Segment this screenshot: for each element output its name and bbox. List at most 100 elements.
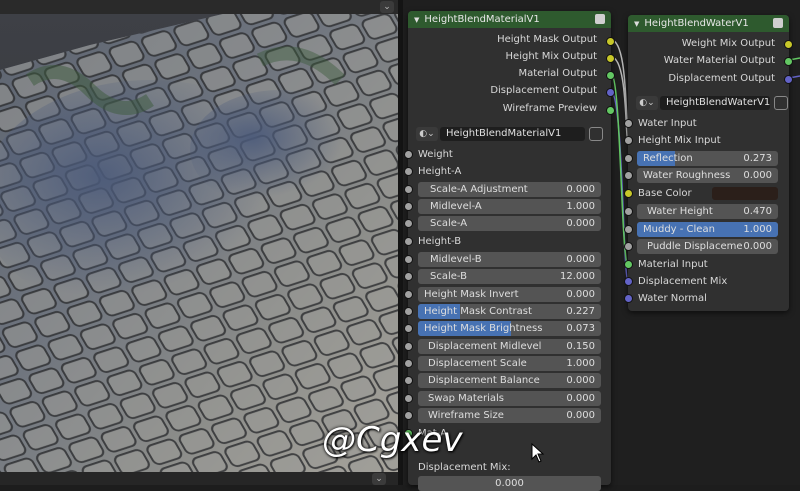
input-socket[interactable]	[404, 272, 413, 281]
output-socket-yellow[interactable]	[606, 37, 615, 46]
viewport-footer: ⌄	[0, 472, 398, 485]
field-height-mask-brightness[interactable]: Height Mask Brightness 0.073	[418, 321, 601, 336]
output-height-mask: Height Mask Output	[497, 34, 597, 45]
output-wireframe: Wireframe Preview	[502, 103, 597, 114]
output-material: Material Output	[518, 68, 597, 79]
input-socket[interactable]	[624, 207, 633, 216]
output-socket-blue[interactable]	[784, 75, 793, 84]
input-socket[interactable]	[404, 307, 413, 316]
field-midlevel-a[interactable]: Midlevel-A 1.000	[418, 199, 601, 214]
input-displacement-mix: Displacement Mix	[638, 276, 728, 287]
input-socket[interactable]	[624, 136, 633, 145]
input-socket[interactable]	[624, 119, 633, 128]
displacement-mix-label: Displacement Mix:	[418, 462, 511, 473]
input-water-normal: Water Normal	[638, 293, 707, 304]
collapse-arrow-icon[interactable]: ▼	[414, 16, 419, 24]
mouse-cursor-icon	[531, 443, 545, 463]
field-displacement-balance[interactable]: Displacement Balance 0.000	[418, 373, 601, 388]
node-group-selector[interactable]: ◐⌄ HeightBlendWaterV1	[636, 95, 788, 111]
input-socket[interactable]	[404, 342, 413, 351]
output-socket-yellow[interactable]	[784, 40, 793, 49]
output-height-mix: Height Mix Output	[505, 51, 597, 62]
output-socket-green[interactable]	[606, 71, 615, 80]
viewport-header: ⌄	[0, 0, 398, 14]
base-color-swatch[interactable]	[712, 187, 778, 200]
collapse-arrow-icon[interactable]: ▼	[634, 20, 639, 28]
node-title: HeightBlendWaterV1	[644, 18, 749, 29]
input-weight: Weight	[418, 149, 453, 160]
input-socket-green[interactable]	[624, 260, 633, 269]
input-socket[interactable]	[624, 242, 633, 251]
input-socket[interactable]	[404, 202, 413, 211]
field-puddle-displacement[interactable]: Puddle Displaceme 0.000	[637, 239, 778, 254]
input-socket[interactable]	[624, 171, 633, 180]
node-group-icon[interactable]	[595, 14, 605, 24]
input-height-a: Height-A	[418, 166, 462, 177]
input-socket-blue[interactable]	[624, 277, 633, 286]
output-displacement: Displacement Output	[490, 85, 597, 96]
output-weight-mix: Weight Mix Output	[681, 38, 775, 49]
height-blend-water-node[interactable]: ▼ HeightBlendWaterV1 Weight Mix Output W…	[624, 15, 793, 311]
input-socket[interactable]	[404, 237, 413, 246]
node-header[interactable]: ▼ HeightBlendMaterialV1	[408, 11, 611, 28]
input-socket[interactable]	[404, 411, 413, 420]
watermark: @Cgxev	[322, 420, 463, 460]
field-water-height[interactable]: Water Height 0.470	[637, 204, 778, 219]
input-height-mix: Height Mix Input	[638, 135, 721, 146]
3d-viewport[interactable]: ⌄	[0, 0, 398, 472]
shield-icon[interactable]	[774, 96, 788, 110]
input-socket[interactable]	[404, 219, 413, 228]
input-socket[interactable]	[404, 255, 413, 264]
input-socket-blue[interactable]	[624, 294, 633, 303]
node-tree-icon[interactable]: ◐⌄	[416, 127, 438, 141]
node-group-name[interactable]: HeightBlendWaterV1	[660, 96, 770, 110]
input-water: Water Input	[638, 118, 697, 129]
node-group-icon[interactable]	[773, 18, 783, 28]
input-material: Material Input	[638, 259, 708, 270]
output-socket-green[interactable]	[606, 106, 615, 115]
input-socket[interactable]	[624, 225, 633, 234]
field-displacement-midlevel[interactable]: Displacement Midlevel 0.150	[418, 339, 601, 354]
field-scale-a[interactable]: Scale-A 0.000	[418, 216, 601, 231]
node-group-selector[interactable]: ◐⌄ HeightBlendMaterialV1	[416, 126, 603, 142]
node-group-name[interactable]: HeightBlendMaterialV1	[440, 127, 585, 141]
output-socket-green[interactable]	[784, 57, 793, 66]
field-height-mask-contrast[interactable]: Height Mask Contrast 0.227	[418, 304, 601, 319]
input-socket[interactable]	[404, 150, 413, 159]
input-socket-yellow[interactable]	[624, 189, 633, 198]
height-blend-material-node[interactable]: ▼ HeightBlendMaterialV1 Height Mask Outp…	[404, 11, 615, 491]
output-displacement: Displacement Output	[668, 73, 775, 84]
input-socket[interactable]	[404, 290, 413, 299]
input-height-b: Height-B	[418, 236, 462, 247]
node-header[interactable]: ▼ HeightBlendWaterV1	[628, 15, 789, 32]
chevron-down-icon[interactable]: ⌄	[380, 1, 394, 13]
field-height-mask-invert[interactable]: Height Mask Invert 0.000	[418, 287, 601, 302]
field-scale-b[interactable]: Scale-B 12.000	[418, 269, 601, 284]
field-midlevel-b[interactable]: Midlevel-B 0.000	[418, 252, 601, 267]
input-socket[interactable]	[404, 394, 413, 403]
chevron-down-icon[interactable]: ⌄	[372, 473, 386, 485]
shield-icon[interactable]	[589, 127, 603, 141]
field-muddy-clean[interactable]: Muddy - Clean 1.000	[637, 222, 778, 237]
input-socket[interactable]	[404, 324, 413, 333]
output-socket-blue[interactable]	[606, 88, 615, 97]
node-tree-icon[interactable]: ◐⌄	[636, 96, 658, 110]
input-socket[interactable]	[624, 154, 633, 163]
input-socket[interactable]	[404, 376, 413, 385]
field-water-roughness[interactable]: Water Roughness 0.000	[637, 168, 778, 183]
field-swap-materials[interactable]: Swap Materials 0.000	[418, 391, 601, 406]
output-socket-yellow[interactable]	[606, 54, 615, 63]
node-editor[interactable]: ▼ HeightBlendMaterialV1 Height Mask Outp…	[403, 0, 800, 491]
field-reflection[interactable]: Reflection 0.273	[637, 151, 778, 166]
input-socket[interactable]	[404, 359, 413, 368]
output-water-material: Water Material Output	[663, 55, 775, 66]
input-base-color: Base Color	[638, 188, 692, 199]
field-scale-a-adjustment[interactable]: Scale-A Adjustment 0.000	[418, 182, 601, 197]
field-displacement-scale[interactable]: Displacement Scale 1.000	[418, 356, 601, 371]
field-wireframe-size[interactable]: Wireframe Size 0.000	[418, 408, 601, 423]
field-displacement-mix[interactable]: 0.000	[418, 476, 601, 491]
input-socket[interactable]	[404, 167, 413, 176]
input-socket[interactable]	[404, 185, 413, 194]
cobblestone-render	[0, 0, 398, 472]
node-title: HeightBlendMaterialV1	[424, 14, 540, 25]
